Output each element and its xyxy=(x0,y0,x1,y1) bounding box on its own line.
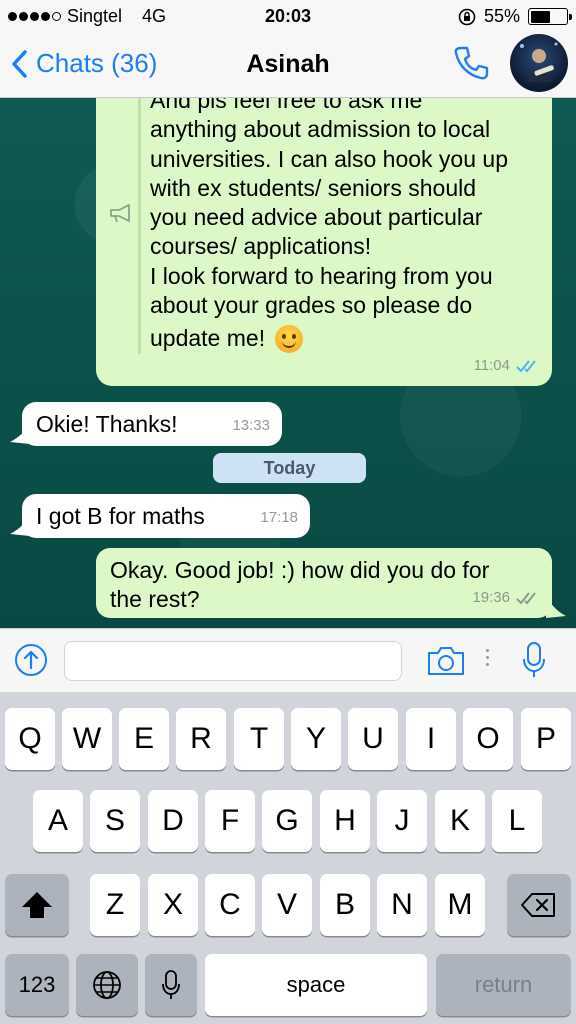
globe-key[interactable] xyxy=(76,954,138,1016)
contact-avatar[interactable] xyxy=(510,34,568,92)
message-line: And pls feel free to ask me xyxy=(150,98,423,113)
key-t[interactable]: T xyxy=(234,708,284,770)
voice-call-button[interactable] xyxy=(452,44,490,87)
message-time: 19:36 xyxy=(472,589,510,606)
bubble-tail xyxy=(546,596,566,618)
key-u[interactable]: U xyxy=(348,708,398,770)
message-text: And pls feel free to ask me anything abo… xyxy=(150,98,542,354)
key-m[interactable]: M xyxy=(435,874,485,936)
message-meta: 17:18 xyxy=(260,503,298,532)
key-k[interactable]: K xyxy=(435,790,485,852)
battery-percent: 55% xyxy=(483,6,520,26)
key-i[interactable]: I xyxy=(406,708,456,770)
delivered-ticks-icon xyxy=(516,591,536,604)
message-time: 13:33 xyxy=(232,417,270,434)
message-time: 17:18 xyxy=(260,509,298,526)
bubble-tail xyxy=(10,516,30,536)
key-x[interactable]: X xyxy=(148,874,198,936)
return-key[interactable]: return xyxy=(436,954,571,1016)
key-w[interactable]: W xyxy=(62,708,112,770)
status-bar: Singtel 4G 20:03 55% xyxy=(0,0,576,32)
backspace-key[interactable] xyxy=(507,874,571,936)
message-line: I look forward to hearing from you xyxy=(150,262,493,289)
key-e[interactable]: E xyxy=(119,708,169,770)
message-line: update me! xyxy=(150,325,266,352)
outgoing-message[interactable]: And pls feel free to ask me anything abo… xyxy=(96,98,552,386)
space-key[interactable]: space xyxy=(205,954,427,1016)
incoming-message[interactable]: Okie! Thanks! 13:33 xyxy=(22,402,282,446)
status-right: 55% xyxy=(458,6,572,27)
backspace-icon xyxy=(521,893,555,917)
outgoing-message[interactable]: Okay. Good job! :) how did you do for th… xyxy=(96,548,552,618)
incoming-message[interactable]: I got B for maths 17:18 xyxy=(22,494,310,538)
battery-icon xyxy=(528,8,572,25)
microphone-icon xyxy=(523,642,545,677)
key-y[interactable]: Y xyxy=(291,708,341,770)
message-composer xyxy=(0,628,576,692)
globe-icon xyxy=(93,971,121,999)
more-options-dots-icon xyxy=(486,649,489,666)
key-b[interactable]: B xyxy=(320,874,370,936)
key-j[interactable]: J xyxy=(377,790,427,852)
broadcast-quote-bar xyxy=(138,98,141,354)
battery-level xyxy=(530,10,550,23)
key-f[interactable]: F xyxy=(205,790,255,852)
key-z[interactable]: Z xyxy=(90,874,140,936)
rotation-lock-icon xyxy=(458,8,476,25)
key-v[interactable]: V xyxy=(262,874,312,936)
key-l[interactable]: L xyxy=(492,790,542,852)
shift-key[interactable] xyxy=(5,874,69,936)
key-s[interactable]: S xyxy=(90,790,140,852)
key-r[interactable]: R xyxy=(176,708,226,770)
smiley-emoji-icon xyxy=(275,325,304,354)
message-meta: 11:04 xyxy=(474,351,540,380)
microphone-icon xyxy=(162,970,180,999)
message-line: Okay. Good job! :) how did you do for xyxy=(110,557,490,583)
shift-arrow-icon xyxy=(22,892,52,918)
voice-note-button[interactable] xyxy=(522,641,546,684)
broadcast-megaphone-icon xyxy=(110,204,130,223)
key-p[interactable]: P xyxy=(521,708,571,770)
key-n[interactable]: N xyxy=(377,874,427,936)
message-time: 11:04 xyxy=(473,357,510,374)
key-a[interactable]: A xyxy=(33,790,83,852)
message-meta: 19:36 xyxy=(472,583,540,612)
key-h[interactable]: H xyxy=(320,790,370,852)
message-line: courses/ applications! xyxy=(150,233,372,260)
message-last-line: update me! xyxy=(150,324,542,354)
avatar-image xyxy=(520,42,558,82)
keyboard: Q W E R T Y U I O P A S D F G H J K L Z … xyxy=(0,692,576,1024)
message-line: universities. I can also hook you up xyxy=(150,145,508,172)
message-text: Okie! Thanks! xyxy=(36,411,178,437)
key-o[interactable]: O xyxy=(463,708,513,770)
message-line: anything about admission to local xyxy=(150,116,491,143)
message-line: with ex students/ seniors should xyxy=(150,174,477,201)
key-q[interactable]: Q xyxy=(5,708,55,770)
attach-button[interactable] xyxy=(14,643,48,682)
message-line: you need advice about particular xyxy=(150,204,483,231)
bubble-tail xyxy=(10,424,30,444)
dictation-key[interactable] xyxy=(145,954,197,1016)
upload-arrow-icon xyxy=(15,644,47,676)
camera-icon xyxy=(428,647,464,675)
message-line: about your grades so please do xyxy=(150,292,473,319)
chat-header: Chats (36) Asinah xyxy=(0,32,576,98)
message-input[interactable] xyxy=(64,641,402,681)
key-c[interactable]: C xyxy=(205,874,255,936)
date-divider: Today xyxy=(213,453,366,483)
message-meta: 13:33 xyxy=(232,411,270,440)
camera-button[interactable] xyxy=(426,645,466,682)
conversation-area[interactable]: And pls feel free to ask me anything abo… xyxy=(0,98,576,628)
numbers-key[interactable]: 123 xyxy=(5,954,69,1016)
key-g[interactable]: G xyxy=(262,790,312,852)
phone-icon xyxy=(454,46,489,80)
key-d[interactable]: D xyxy=(148,790,198,852)
message-text: I got B for maths xyxy=(36,503,205,529)
read-ticks-icon xyxy=(516,359,536,372)
